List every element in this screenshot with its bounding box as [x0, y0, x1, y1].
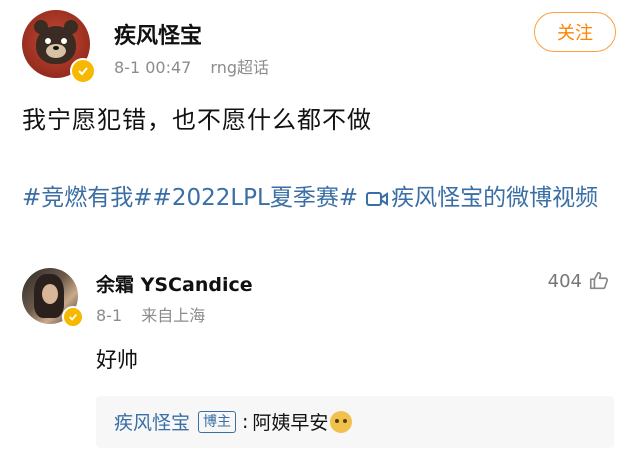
- hashtag-link[interactable]: #竞燃有我#: [22, 185, 153, 211]
- reply-line: 疾风怪宝 博主 : 阿姨早安: [114, 408, 353, 435]
- video-link[interactable]: 疾风怪宝的微博视频: [391, 185, 598, 211]
- bear-eye-left: [45, 38, 51, 44]
- video-icon: [366, 192, 389, 206]
- comment-location: 来自上海: [141, 306, 206, 325]
- verified-badge-icon: [62, 306, 84, 328]
- reply-text: 阿姨早安: [252, 412, 329, 434]
- comment-meta: 8-1 来自上海: [96, 302, 205, 326]
- post-meta: 8-1 00:47 rng超话: [114, 54, 269, 78]
- bear-eye-right: [61, 38, 67, 44]
- comment-text: 好帅: [96, 348, 138, 372]
- comment-date: 8-1: [96, 306, 123, 325]
- hashtag-line: #竞燃有我##2022LPL夏季赛# 疾风怪宝的微博视频: [22, 176, 622, 220]
- reply-box[interactable]: 疾风怪宝 博主 : 阿姨早安: [96, 396, 614, 448]
- commenter-name[interactable]: 余霜 YSCandice: [96, 270, 253, 297]
- like-count: 404: [547, 270, 582, 292]
- follow-button[interactable]: 关注: [534, 12, 616, 52]
- post-header: 疾风怪宝 8-1 00:47 rng超话 关注: [22, 10, 622, 84]
- verified-badge-icon: [70, 58, 96, 84]
- post-time: 8-1 00:47: [114, 58, 192, 77]
- like-button[interactable]: 404: [548, 270, 610, 292]
- author-name[interactable]: 疾风怪宝: [114, 18, 202, 50]
- doge-emoji-icon: [330, 410, 353, 433]
- author-tag-badge: 博主: [198, 410, 237, 433]
- thumbs-up-icon: [589, 271, 609, 290]
- avatar-face: [42, 284, 58, 304]
- hashtag-link[interactable]: #2022LPL夏季赛#: [153, 185, 359, 211]
- comment: 余霜 YSCandice 8-1 来自上海 404 好帅 疾风怪宝 博主 : 阿…: [22, 268, 622, 448]
- post-source[interactable]: rng超话: [210, 58, 269, 77]
- reply-author[interactable]: 疾风怪宝: [114, 408, 190, 435]
- reply-separator: :: [242, 410, 249, 433]
- post-text: 我宁愿犯错，也不愿什么都不做: [22, 106, 372, 134]
- bear-nose: [53, 46, 59, 50]
